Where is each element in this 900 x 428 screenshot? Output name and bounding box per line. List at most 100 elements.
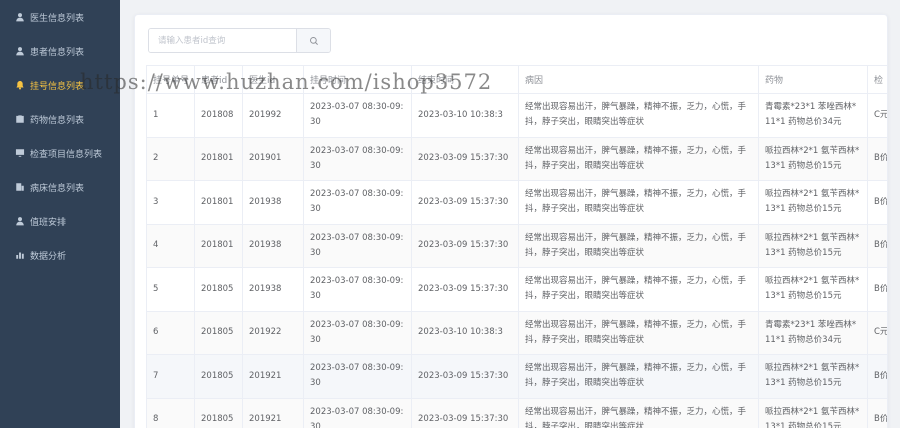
monitor-icon: [14, 148, 25, 159]
sidebar-item-label: 检查项目信息列表: [30, 149, 103, 160]
table-row[interactable]: 4 201801 201938 2023-03-07 08:30-09:30 2…: [146, 223, 887, 268]
table-row[interactable]: 3 201801 201938 2023-03-07 08:30-09:30 2…: [146, 180, 887, 225]
cell-doctor-id: 201921: [242, 354, 304, 399]
cell-cause: 经常出现容易出汗，脾气暴躁，精神不振，乏力，心慌，手抖，脖子突出，眼睛突出等症状: [518, 397, 759, 428]
cell-exam: B价: [867, 223, 887, 268]
cell-drugs: 哌拉西林*2*1 氨苄西林*13*1 药物总价15元: [758, 136, 868, 181]
column-header-registration-time[interactable]: 挂号时间: [303, 65, 412, 94]
cell-registration-no: 5: [146, 267, 195, 312]
cell-cause: 经常出现容易出汗，脾气暴躁，精神不振，乏力，心慌，手抖，脖子突出，眼睛突出等症状: [518, 93, 759, 138]
cell-registration-no: 7: [146, 354, 195, 399]
cell-registration-time: 2023-03-07 08:30-09:30: [303, 354, 412, 399]
cell-doctor-id: 201938: [242, 267, 304, 312]
table-row[interactable]: 7 201805 201921 2023-03-07 08:30-09:30 2…: [146, 354, 887, 399]
cell-exam: B价: [867, 136, 887, 181]
cell-doctor-id: 201992: [242, 93, 304, 138]
cell-registration-no: 4: [146, 223, 195, 268]
cell-drugs: 哌拉西林*2*1 氨苄西林*13*1 药物总价15元: [758, 397, 868, 428]
cell-end-time: 2023-03-09 15:37:30: [411, 397, 519, 428]
sidebar: 医生信息列表 患者信息列表 挂号信息列表 药物信息列表 检查项目信息列表 病床信…: [0, 0, 120, 428]
sidebar-item-label: 药物信息列表: [30, 115, 85, 126]
cell-cause: 经常出现容易出汗，脾气暴躁，精神不振，乏力，心慌，手抖，脖子突出，眼睛突出等症状: [518, 136, 759, 181]
cell-end-time: 2023-03-09 15:37:30: [411, 180, 519, 225]
cell-patient-id: 201801: [194, 180, 243, 225]
cell-drugs: 青霉素*23*1 苯唑西林*11*1 药物总价34元: [758, 93, 868, 138]
column-header-registration-no[interactable]: 挂号单号: [146, 65, 195, 94]
cell-drugs: 青霉素*23*1 苯唑西林*11*1 药物总价34元: [758, 310, 868, 355]
cell-end-time: 2023-03-09 15:37:30: [411, 136, 519, 181]
cell-registration-time: 2023-03-07 08:30-09:30: [303, 267, 412, 312]
search-button[interactable]: [296, 29, 330, 52]
table-row[interactable]: 5 201805 201938 2023-03-07 08:30-09:30 2…: [146, 267, 887, 312]
cell-drugs: 哌拉西林*2*1 氨苄西林*13*1 药物总价15元: [758, 267, 868, 312]
cell-registration-no: 8: [146, 397, 195, 428]
cell-doctor-id: 201901: [242, 136, 304, 181]
briefcase-icon: [14, 114, 25, 125]
chart-bar-icon: [14, 250, 25, 261]
cell-registration-time: 2023-03-07 08:30-09:30: [303, 310, 412, 355]
cell-cause: 经常出现容易出汗，脾气暴躁，精神不振，乏力，心慌，手抖，脖子突出，眼睛突出等症状: [518, 354, 759, 399]
sidebar-item-drug-list[interactable]: 药物信息列表: [0, 102, 120, 136]
column-header-end-time[interactable]: 结束时间: [411, 65, 519, 94]
user-icon: [14, 12, 25, 23]
cell-exam: C元: [867, 310, 887, 355]
sidebar-item-exam-list[interactable]: 检查项目信息列表: [0, 136, 120, 170]
cell-doctor-id: 201922: [242, 310, 304, 355]
registration-table: 挂号单号 患者id 医生id 挂号时间 结束时间 病因 药物 检 1 20180…: [146, 65, 887, 428]
cell-registration-time: 2023-03-07 08:30-09:30: [303, 223, 412, 268]
sidebar-item-registration-list[interactable]: 挂号信息列表: [0, 68, 120, 102]
sidebar-item-label: 挂号信息列表: [30, 81, 85, 92]
sidebar-item-label: 患者信息列表: [30, 47, 85, 58]
cell-registration-time: 2023-03-07 08:30-09:30: [303, 180, 412, 225]
cell-cause: 经常出现容易出汗，脾气暴躁，精神不振，乏力，心慌，手抖，脖子突出，眼睛突出等症状: [518, 180, 759, 225]
sidebar-item-patient-list[interactable]: 患者信息列表: [0, 34, 120, 68]
sidebar-item-label: 数据分析: [30, 251, 67, 262]
cell-registration-time: 2023-03-07 08:30-09:30: [303, 93, 412, 138]
cell-doctor-id: 201938: [242, 180, 304, 225]
cell-drugs: 哌拉西林*2*1 氨苄西林*13*1 药物总价15元: [758, 354, 868, 399]
column-header-doctor-id[interactable]: 医生id: [242, 65, 304, 94]
cell-doctor-id: 201938: [242, 223, 304, 268]
column-header-cause[interactable]: 病因: [518, 65, 759, 94]
search-bar: [148, 28, 331, 53]
cell-exam: B价: [867, 397, 887, 428]
sidebar-item-doctor-list[interactable]: 医生信息列表: [0, 0, 120, 34]
cell-patient-id: 201801: [194, 136, 243, 181]
cell-registration-time: 2023-03-07 08:30-09:30: [303, 136, 412, 181]
cell-patient-id: 201805: [194, 267, 243, 312]
cell-registration-time: 2023-03-07 08:30-09:30: [303, 397, 412, 428]
column-header-patient-id[interactable]: 患者id: [194, 65, 243, 94]
cell-end-time: 2023-03-10 10:38:3: [411, 310, 519, 355]
cell-registration-no: 6: [146, 310, 195, 355]
column-header-drugs[interactable]: 药物: [758, 65, 868, 94]
cell-end-time: 2023-03-09 15:37:30: [411, 267, 519, 312]
cell-exam: B价: [867, 267, 887, 312]
column-header-exam[interactable]: 检: [867, 65, 887, 94]
table-row[interactable]: 8 201805 201921 2023-03-07 08:30-09:30 2…: [146, 397, 887, 428]
patient-id-search-input[interactable]: [149, 29, 296, 52]
sidebar-item-label: 病床信息列表: [30, 183, 85, 194]
cell-registration-no: 2: [146, 136, 195, 181]
cell-doctor-id: 201921: [242, 397, 304, 428]
table-header-row: 挂号单号 患者id 医生id 挂号时间 结束时间 病因 药物 检: [146, 65, 887, 94]
sidebar-item-label: 医生信息列表: [30, 13, 85, 24]
cell-cause: 经常出现容易出汗，脾气暴躁，精神不振，乏力，心慌，手抖，脖子突出，眼睛突出等症状: [518, 267, 759, 312]
user-icon: [14, 216, 25, 227]
bell-icon: [14, 80, 25, 91]
cell-end-time: 2023-03-10 10:38:3: [411, 93, 519, 138]
office-icon: [14, 182, 25, 193]
cell-registration-no: 3: [146, 180, 195, 225]
sidebar-item-label: 值班安排: [30, 217, 67, 228]
cell-patient-id: 201808: [194, 93, 243, 138]
cell-cause: 经常出现容易出汗，脾气暴躁，精神不振，乏力，心慌，手抖，脖子突出，眼睛突出等症状: [518, 310, 759, 355]
sidebar-item-data-analysis[interactable]: 数据分析: [0, 238, 120, 272]
sidebar-item-duty-schedule[interactable]: 值班安排: [0, 204, 120, 238]
table-row[interactable]: 2 201801 201901 2023-03-07 08:30-09:30 2…: [146, 136, 887, 181]
table-row[interactable]: 6 201805 201922 2023-03-07 08:30-09:30 2…: [146, 310, 887, 355]
table-row[interactable]: 1 201808 201992 2023-03-07 08:30-09:30 2…: [146, 93, 887, 138]
user-icon: [14, 46, 25, 57]
cell-exam: B价: [867, 180, 887, 225]
cell-patient-id: 201805: [194, 310, 243, 355]
sidebar-item-bed-list[interactable]: 病床信息列表: [0, 170, 120, 204]
cell-patient-id: 201801: [194, 223, 243, 268]
